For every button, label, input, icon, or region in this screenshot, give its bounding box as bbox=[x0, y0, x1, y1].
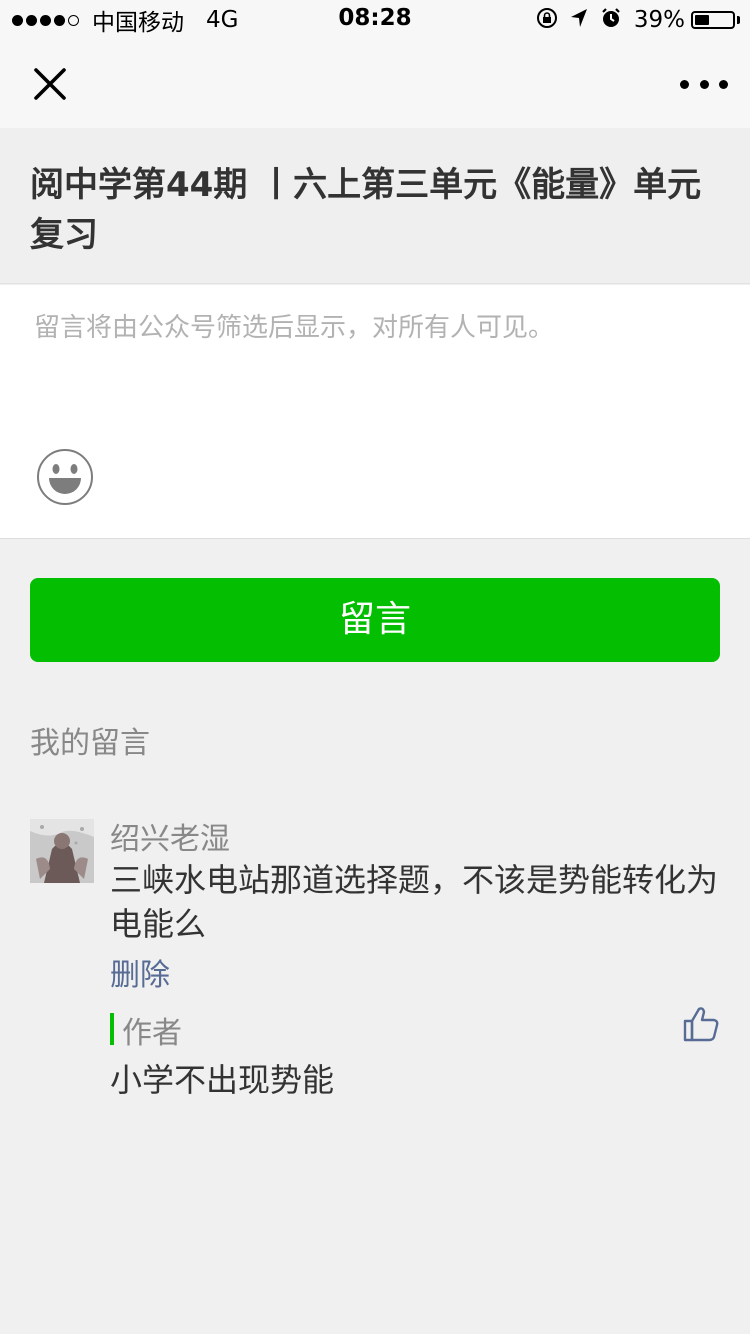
avatar[interactable] bbox=[30, 819, 94, 883]
more-button[interactable] bbox=[680, 70, 728, 98]
more-dot bbox=[699, 79, 709, 89]
submit-comment-button[interactable]: 留言 bbox=[30, 578, 720, 662]
nav-bar bbox=[0, 40, 750, 128]
comment-item: 绍兴老湿 三峡水电站那道选择题，不该是势能转化为电能么 删除 作者 小学不出现势… bbox=[0, 800, 750, 1120]
comment-username: 绍兴老湿 bbox=[110, 822, 230, 857]
avatar-image bbox=[30, 819, 94, 883]
comment-box bbox=[0, 285, 750, 539]
battery-tip bbox=[737, 16, 740, 24]
close-icon bbox=[34, 68, 66, 100]
rotation-lock-icon bbox=[536, 7, 558, 33]
my-comments-title: 我的留言 bbox=[30, 726, 150, 761]
battery-percent: 39% bbox=[633, 7, 685, 33]
status-right: 39% bbox=[536, 6, 740, 34]
delete-comment-link[interactable]: 删除 bbox=[110, 950, 170, 994]
author-reply-text: 小学不出现势能 bbox=[110, 1061, 335, 1099]
article-header: 阅中学第44期 丨六上第三单元《能量》单元复习 bbox=[0, 128, 750, 284]
more-dot bbox=[680, 79, 689, 89]
battery-icon bbox=[691, 11, 735, 29]
author-reply-label: 作者 bbox=[122, 1016, 182, 1051]
emoji-smile-icon bbox=[37, 449, 93, 505]
battery-fill bbox=[695, 15, 709, 25]
alarm-clock-icon bbox=[600, 7, 622, 33]
thumbs-up-icon bbox=[683, 1007, 719, 1042]
like-button[interactable] bbox=[682, 1005, 720, 1043]
more-dot bbox=[719, 79, 728, 89]
status-bar: 中国移动 4G 08:28 39% bbox=[0, 0, 750, 40]
author-reply-marker bbox=[110, 1013, 114, 1045]
comment-text: 三峡水电站那道选择题，不该是势能转化为电能么 bbox=[110, 861, 719, 943]
close-button[interactable] bbox=[26, 60, 74, 108]
location-arrow-icon bbox=[570, 8, 588, 32]
emoji-button[interactable] bbox=[36, 448, 94, 506]
article-title: 阅中学第44期 丨六上第三单元《能量》单元复习 bbox=[30, 165, 702, 255]
comment-input[interactable] bbox=[34, 307, 714, 427]
